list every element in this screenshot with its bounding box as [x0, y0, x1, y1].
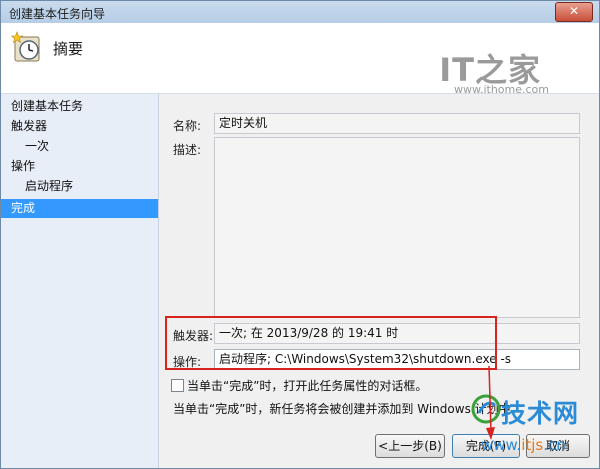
- back-button[interactable]: <上一步(B): [375, 434, 445, 458]
- wizard-step-sidebar: 创建基本任务 触发器 一次 操作 启动程序 完成: [1, 94, 159, 468]
- itjs-watermark-text: 技术网: [501, 399, 580, 428]
- sidebar-item-create-task[interactable]: 创建基本任务: [1, 97, 158, 116]
- sidebar-item-start-program[interactable]: 启动程序: [1, 177, 158, 196]
- trigger-action-highlight-box: [165, 316, 497, 370]
- sidebar-item-finish[interactable]: 完成: [1, 199, 158, 218]
- open-properties-checkbox-label[interactable]: 当单击“完成”时，打开此任务属性的对话框。: [187, 377, 427, 394]
- description-field[interactable]: [214, 137, 580, 318]
- wizard-header: 摘要 IT之家 www.ithome.com: [1, 23, 599, 96]
- open-properties-checkbox[interactable]: [171, 379, 184, 392]
- sidebar-item-trigger[interactable]: 触发器: [1, 117, 158, 136]
- title-bar[interactable]: 创建基本任务向导 ✕: [1, 1, 599, 23]
- page-title: 摘要: [53, 40, 84, 58]
- task-scheduler-clock-icon: [11, 31, 40, 62]
- itjs-url-suffix: .cn: [543, 436, 566, 454]
- window-title: 创建基本任务向导: [9, 7, 106, 21]
- red-arrow-annotation: [486, 365, 495, 440]
- name-field[interactable]: 定时关机: [214, 113, 580, 134]
- name-label: 名称:: [173, 119, 202, 133]
- sidebar-item-once[interactable]: 一次: [1, 137, 158, 156]
- wizard-window: 创建基本任务向导 ✕ 摘要 IT之家 www.ithome.com 创建基本任务…: [0, 0, 600, 469]
- sidebar-item-action[interactable]: 操作: [1, 157, 158, 176]
- wizard-content: 创建基本任务 触发器 一次 操作 启动程序 完成 名称: 定时关机 描述: 触发…: [1, 94, 599, 468]
- close-button[interactable]: ✕: [555, 2, 593, 22]
- description-label: 描述:: [173, 143, 202, 157]
- itjs-url-mid: itjs: [521, 436, 544, 454]
